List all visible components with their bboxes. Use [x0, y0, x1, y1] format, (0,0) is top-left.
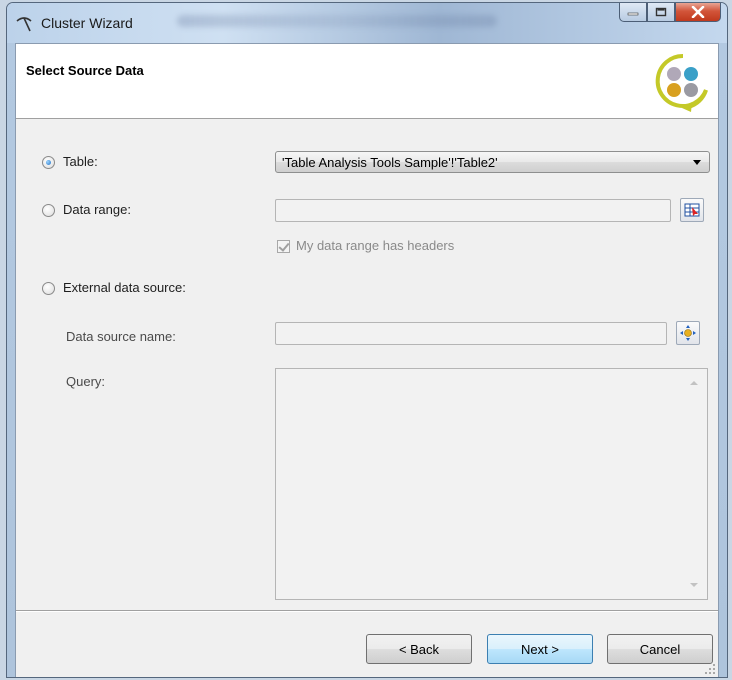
window-title: Cluster Wizard: [41, 15, 133, 31]
external-source-label: External data source:: [63, 280, 186, 295]
table-radio[interactable]: [42, 156, 55, 169]
minimize-icon: [627, 12, 639, 16]
data-source-icon: [680, 325, 696, 341]
cluster-wizard-window: Cluster Wizard Select Source Data Table:…: [6, 2, 728, 678]
range-select-icon: [684, 203, 700, 217]
table-label: Table:: [63, 154, 98, 169]
minimize-button[interactable]: [619, 3, 647, 22]
scroll-down-icon[interactable]: [690, 583, 698, 587]
wizard-client-area: Select Source Data Table: 'Table Analysi…: [15, 43, 719, 677]
resize-grip-icon[interactable]: [704, 663, 716, 675]
page-title: Select Source Data: [26, 63, 144, 78]
cluster-wizard-logo-icon: [655, 53, 708, 112]
query-textarea[interactable]: [275, 368, 708, 600]
footer-divider: [16, 610, 718, 612]
external-source-radio[interactable]: [42, 282, 55, 295]
data-range-label: Data range:: [63, 202, 131, 217]
select-range-button[interactable]: [680, 198, 704, 222]
pickaxe-icon: [16, 17, 32, 32]
data-range-input[interactable]: [275, 199, 671, 222]
maximize-button[interactable]: [647, 3, 675, 22]
data-range-radio[interactable]: [42, 204, 55, 217]
back-button[interactable]: < Back: [366, 634, 472, 664]
close-icon: [691, 6, 705, 18]
chevron-down-icon: [693, 160, 701, 165]
table-select[interactable]: 'Table Analysis Tools Sample'!'Table2': [275, 151, 710, 173]
scroll-up-icon[interactable]: [690, 381, 698, 385]
headers-checkbox-label: My data range has headers: [296, 238, 455, 253]
query-label: Query:: [66, 374, 106, 389]
data-source-name-input[interactable]: [275, 322, 667, 345]
browse-data-source-button[interactable]: [676, 321, 700, 345]
title-bar[interactable]: Cluster Wizard: [7, 3, 727, 43]
table-select-value: 'Table Analysis Tools Sample'!'Table2': [282, 155, 498, 170]
close-button[interactable]: [675, 3, 721, 22]
cancel-button[interactable]: Cancel: [607, 634, 713, 664]
window-controls: [619, 3, 721, 22]
title-bar-blurred-background: [177, 15, 497, 27]
headers-checkbox[interactable]: [277, 240, 290, 253]
data-source-name-label: Data source name:: [66, 329, 176, 344]
wizard-header: Select Source Data: [16, 44, 718, 119]
maximize-icon: [655, 7, 667, 17]
next-button[interactable]: Next >: [487, 634, 593, 664]
